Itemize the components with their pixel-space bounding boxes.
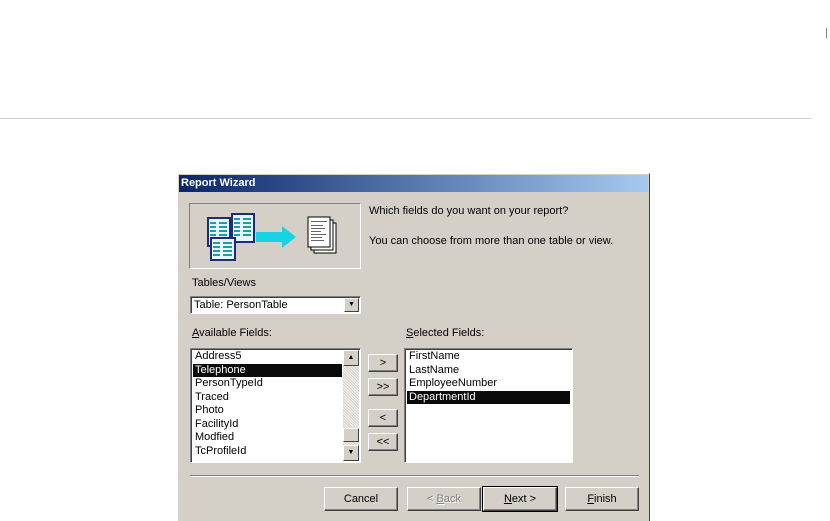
- available-fields-label: Available Fields:: [192, 327, 272, 339]
- list-item[interactable]: Photo: [193, 404, 342, 418]
- list-item-selected[interactable]: Telephone: [193, 363, 342, 377]
- next-button-label: ext >: [511, 493, 537, 505]
- add-field-button[interactable]: >: [368, 354, 398, 372]
- selected-fields-label: Selected Fields:: [406, 327, 484, 339]
- available-fields-scrollbar[interactable]: ▲ ▼: [343, 350, 359, 461]
- wizard-hint: You can choose from more than one table …: [369, 235, 614, 247]
- list-item[interactable]: Modfied: [193, 431, 342, 445]
- finish-button-label: inish: [594, 493, 617, 505]
- back-button-accelerator: B: [436, 493, 444, 505]
- list-item[interactable]: TcProfileId: [193, 445, 342, 459]
- back-button[interactable]: < Back: [407, 487, 481, 511]
- remove-all-fields-button[interactable]: <<: [368, 433, 398, 451]
- selected-fields-label-text: elected Fields:: [413, 327, 485, 339]
- scroll-down-icon[interactable]: ▼: [343, 445, 359, 461]
- chevron-down-icon[interactable]: ▼: [344, 298, 359, 312]
- finish-button[interactable]: Finish: [565, 487, 639, 511]
- page-corner-mark: [826, 28, 827, 38]
- wizard-illustration: [189, 203, 361, 269]
- cancel-button[interactable]: Cancel: [324, 487, 398, 511]
- list-item[interactable]: Address5: [193, 350, 342, 364]
- remove-field-button[interactable]: <: [368, 409, 398, 427]
- tables-views-dropdown[interactable]: Table: PersonTable ▼: [190, 296, 361, 314]
- wizard-question: Which fields do you want on your report?: [369, 205, 569, 217]
- list-item[interactable]: FirstName: [407, 350, 570, 364]
- report-wizard-dialog: Report Wizard Which fields do you want o…: [177, 173, 650, 521]
- back-button-label: ack: [443, 493, 461, 505]
- list-item[interactable]: EmployeeNumber: [407, 377, 570, 391]
- scroll-thumb[interactable]: [343, 428, 359, 442]
- selected-fields-list[interactable]: FirstName LastName EmployeeNumber Depart…: [404, 348, 573, 463]
- page-divider: [0, 118, 812, 119]
- next-button[interactable]: Next >: [482, 486, 558, 512]
- list-item[interactable]: Traced: [193, 391, 342, 405]
- list-item[interactable]: PersonTypeId: [193, 377, 342, 391]
- back-button-prefix: <: [427, 493, 437, 505]
- list-item[interactable]: FacilityId: [193, 418, 342, 432]
- tables-views-selected-value: Table: PersonTable: [194, 299, 288, 311]
- available-fields-label-text: vailable Fields:: [199, 327, 272, 339]
- add-all-fields-button[interactable]: >>: [368, 378, 398, 396]
- footer-divider-highlight: [190, 476, 639, 477]
- scroll-up-icon[interactable]: ▲: [343, 350, 359, 366]
- tables-to-report-icon: [207, 213, 337, 261]
- dialog-titlebar[interactable]: Report Wizard: [179, 175, 648, 192]
- next-button-accelerator: N: [503, 493, 512, 505]
- available-fields-list[interactable]: Address5 Telephone PersonTypeId Traced P…: [190, 348, 361, 463]
- list-item-selected[interactable]: DepartmentId: [407, 390, 570, 404]
- list-item[interactable]: LastName: [407, 364, 570, 378]
- tables-views-label: Tables/Views: [192, 277, 256, 289]
